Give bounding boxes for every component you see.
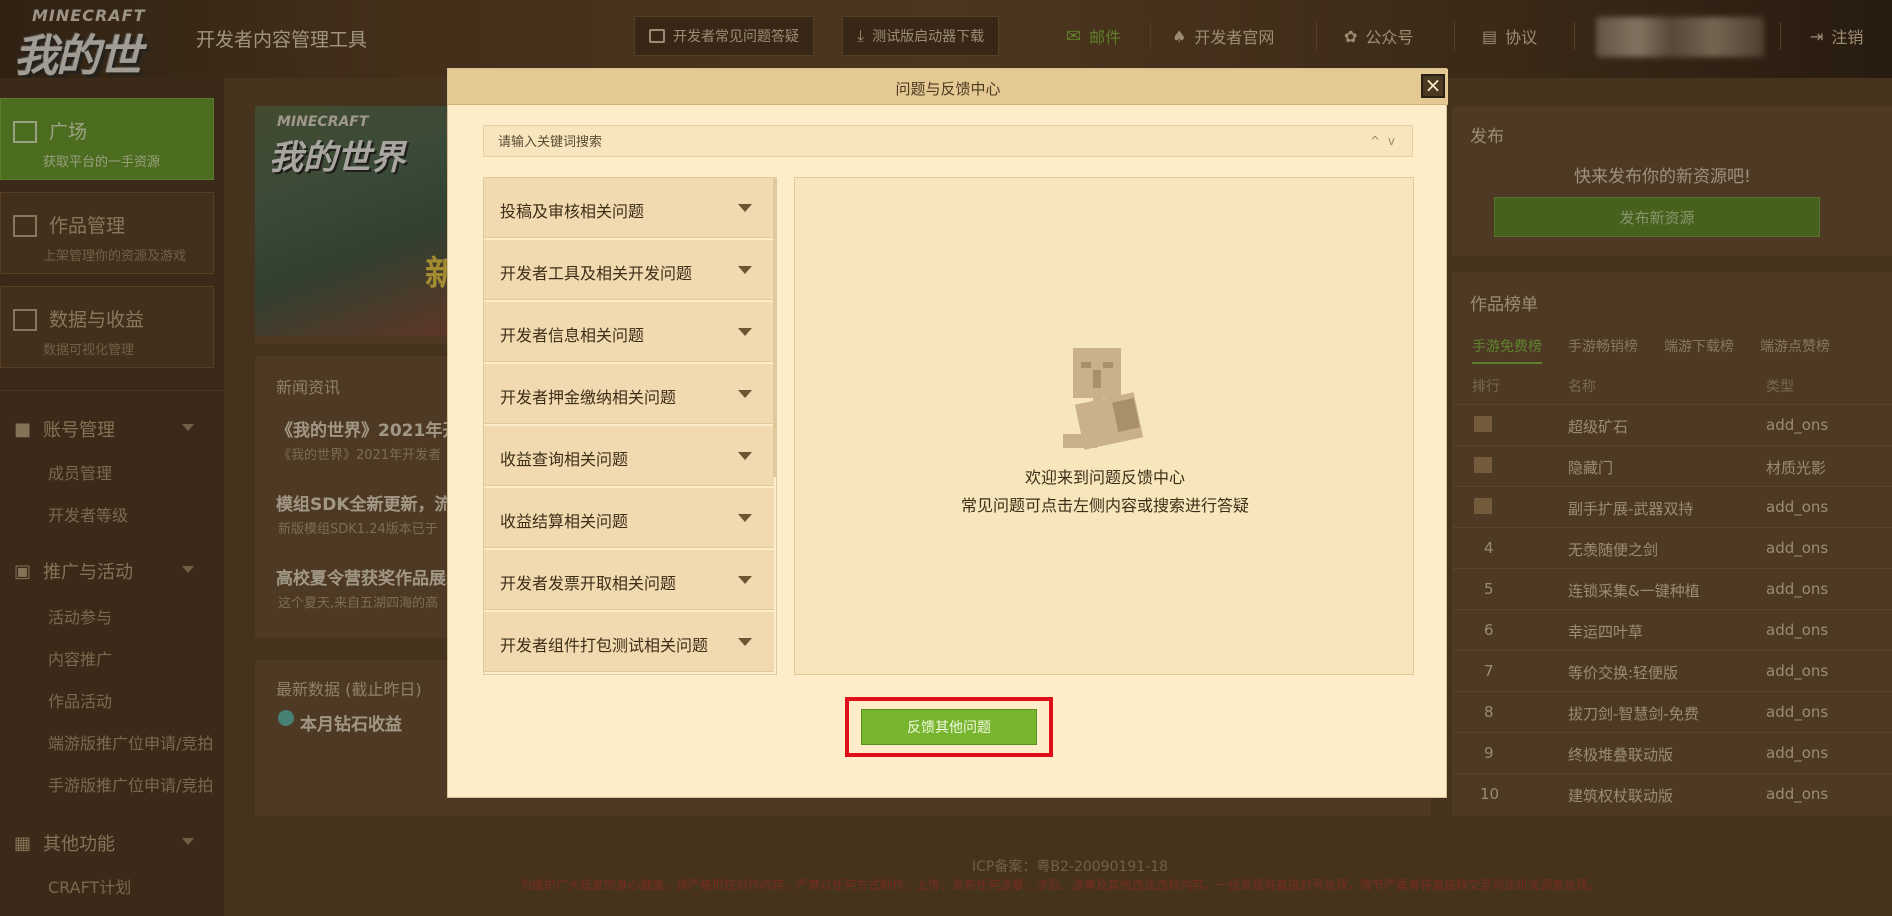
faq-item-label: 开发者押金缴纳相关问题 — [500, 388, 677, 407]
search-expand-icon[interactable]: ^ v — [1370, 134, 1397, 148]
faq-item-label: 开发者发票开取相关问题 — [500, 574, 677, 593]
caret-down-icon — [738, 638, 752, 646]
feedback-other-issues-button[interactable]: 反馈其他问题 — [861, 709, 1037, 745]
caret-down-icon — [738, 576, 752, 584]
welcome-line-1: 欢迎来到问题反馈中心 — [1024, 468, 1185, 487]
faq-search-bar: ^ v — [483, 125, 1413, 157]
faq-list-scrollbar[interactable] — [773, 177, 777, 477]
faq-item[interactable]: 开发者发票开取相关问题 — [484, 550, 774, 610]
faq-item[interactable]: 开发者信息相关问题 — [484, 302, 774, 362]
caret-down-icon — [738, 204, 752, 212]
welcome-line-2: 常见问题可点击左侧内容或搜索进行答疑 — [960, 496, 1249, 515]
feedback-highlight-frame: 反馈其他问题 — [845, 697, 1053, 757]
caret-down-icon — [738, 452, 752, 460]
welcome-panel: 欢迎来到问题反馈中心 常见问题可点击左侧内容或搜索进行答疑 — [794, 177, 1414, 675]
faq-item-label: 收益查询相关问题 — [500, 450, 629, 469]
faq-item[interactable]: 投稿及审核相关问题 — [484, 178, 774, 238]
faq-item[interactable]: 开发者组件打包测试相关问题 — [484, 612, 774, 672]
faq-item-label: 开发者工具及相关开发问题 — [500, 264, 693, 283]
faq-search-input[interactable] — [498, 132, 1298, 152]
modal-title-bar: 问题与反馈中心 × — [448, 69, 1448, 105]
faq-item[interactable]: 开发者押金缴纳相关问题 — [484, 364, 774, 424]
close-icon[interactable]: × — [1421, 74, 1445, 98]
caret-down-icon — [738, 328, 752, 336]
modal-title: 问题与反馈中心 — [895, 80, 1001, 98]
faq-item-label: 开发者信息相关问题 — [500, 326, 645, 345]
faq-item[interactable]: 开发者工具及相关开发问题 — [484, 240, 774, 300]
faq-item[interactable]: 收益结算相关问题 — [484, 488, 774, 548]
caret-down-icon — [738, 514, 752, 522]
faq-item[interactable]: 收益查询相关问题 — [484, 426, 774, 486]
caret-down-icon — [738, 266, 752, 274]
villager-illustration-icon — [1063, 348, 1144, 450]
caret-down-icon — [738, 390, 752, 398]
faq-item-label: 投稿及审核相关问题 — [500, 202, 645, 221]
faq-category-list: 投稿及审核相关问题 开发者工具及相关开发问题 开发者信息相关问题 开发者押金缴纳… — [483, 177, 777, 675]
feedback-center-modal: 问题与反馈中心 × ^ v 投稿及审核相关问题 开发者工具及相关开发问题 开发者… — [447, 68, 1448, 798]
faq-item-label: 收益结算相关问题 — [500, 512, 629, 531]
faq-item-label: 开发者组件打包测试相关问题 — [500, 636, 709, 655]
